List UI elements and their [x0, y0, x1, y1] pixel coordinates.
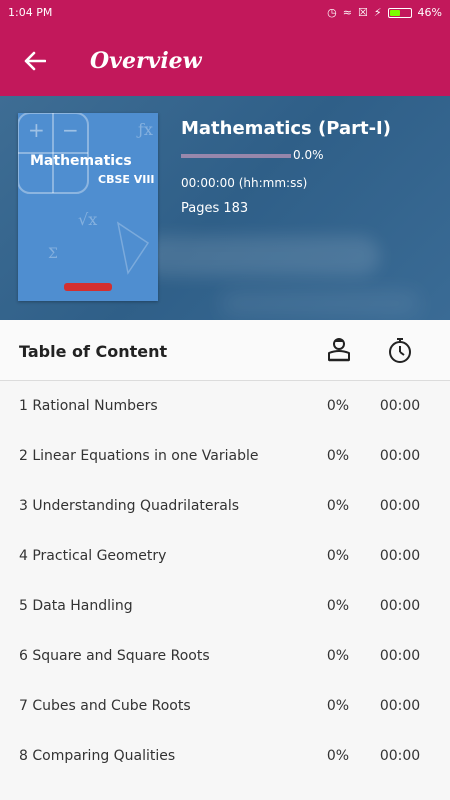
status-bar: 1:04 PM ◷ ≈ ☒ ⚡ 46% [0, 0, 450, 25]
battery-icon [387, 7, 412, 18]
page-title: Overview [90, 47, 202, 74]
chapter-title: 8 Comparing Qualities [19, 748, 176, 764]
chapter-time: 00:00 [379, 398, 421, 414]
toc-row[interactable]: 7 Cubes and Cube Roots 0% 00:00 [0, 683, 450, 733]
svg-text:√x: √x [78, 210, 97, 229]
chapter-progress: 0% [326, 598, 350, 614]
book-hero: + − ƒx √x Σ Mathematics CBSE VIII Mathem… [0, 96, 450, 320]
battery-percent: 46% [417, 6, 442, 19]
book-cover[interactable]: + − ƒx √x Σ Mathematics CBSE VIII [18, 113, 158, 301]
toc-row[interactable]: 8 Comparing Qualities 0% 00:00 [0, 733, 450, 783]
svg-text:+: + [28, 118, 45, 142]
chapter-time: 00:00 [379, 748, 421, 764]
toc-title: Table of Content [19, 342, 168, 361]
charging-icon: ⚡ [373, 6, 382, 19]
back-button[interactable] [0, 25, 70, 96]
chapter-title: 2 Linear Equations in one Variable [19, 448, 259, 464]
book-title: Mathematics (Part-I) [181, 118, 391, 139]
status-icons: ◷ ≈ ☒ ⚡ 46% [327, 6, 442, 19]
chapter-time: 00:00 [379, 598, 421, 614]
toc-row[interactable]: 2 Linear Equations in one Variable 0% 00… [0, 433, 450, 483]
chapter-title: 6 Square and Square Roots [19, 648, 210, 664]
chapter-progress: 0% [326, 648, 350, 664]
wifi-icon: ≈ [342, 6, 352, 19]
chapter-title: 1 Rational Numbers [19, 398, 158, 414]
reader-icon [328, 338, 350, 362]
chapter-title: 5 Data Handling [19, 598, 133, 614]
toc-header: Table of Content [0, 320, 450, 381]
alarm-icon: ◷ [327, 6, 337, 19]
cover-title: Mathematics [30, 153, 132, 169]
arrow-left-icon [24, 51, 46, 70]
toc-row[interactable]: 4 Practical Geometry 0% 00:00 [0, 533, 450, 583]
app-bar: Overview [0, 25, 450, 96]
svg-text:ƒx: ƒx [136, 120, 153, 139]
page-count: Pages 183 [181, 201, 249, 216]
chapter-progress: 0% [326, 398, 350, 414]
chapter-progress: 0% [326, 548, 350, 564]
progress-text: 0.0% [293, 148, 324, 162]
chapter-time: 00:00 [379, 498, 421, 514]
chapter-time: 00:00 [379, 548, 421, 564]
chapter-time: 00:00 [379, 448, 421, 464]
svg-text:Σ: Σ [48, 246, 58, 262]
progress-bar [181, 154, 291, 158]
chapter-title: 7 Cubes and Cube Roots [19, 698, 191, 714]
chapter-progress: 0% [326, 448, 350, 464]
chapter-time: 00:00 [379, 648, 421, 664]
toc-row[interactable]: 3 Understanding Quadrilaterals 0% 00:00 [0, 483, 450, 533]
toc-row[interactable]: 1 Rational Numbers 0% 00:00 [0, 383, 450, 433]
cover-decoration: + − ƒx √x Σ [18, 113, 153, 275]
sim-off-icon: ☒ [357, 6, 368, 19]
svg-text:−: − [62, 118, 79, 142]
status-time: 1:04 PM [8, 6, 53, 19]
toc-row[interactable]: 5 Data Handling 0% 00:00 [0, 583, 450, 633]
time-spent: 00:00:00 (hh:mm:ss) [181, 176, 308, 190]
chapter-progress: 0% [326, 498, 350, 514]
publisher-logo [64, 283, 112, 291]
toc-row[interactable]: 6 Square and Square Roots 0% 00:00 [0, 633, 450, 683]
chapter-time: 00:00 [379, 698, 421, 714]
chapter-progress: 0% [326, 748, 350, 764]
cover-subtitle: CBSE VIII [98, 173, 155, 186]
progress-fill [181, 154, 291, 158]
chapter-progress: 0% [326, 698, 350, 714]
stopwatch-icon [389, 338, 411, 363]
chapter-title: 4 Practical Geometry [19, 548, 167, 564]
chapter-title: 3 Understanding Quadrilaterals [19, 498, 240, 514]
